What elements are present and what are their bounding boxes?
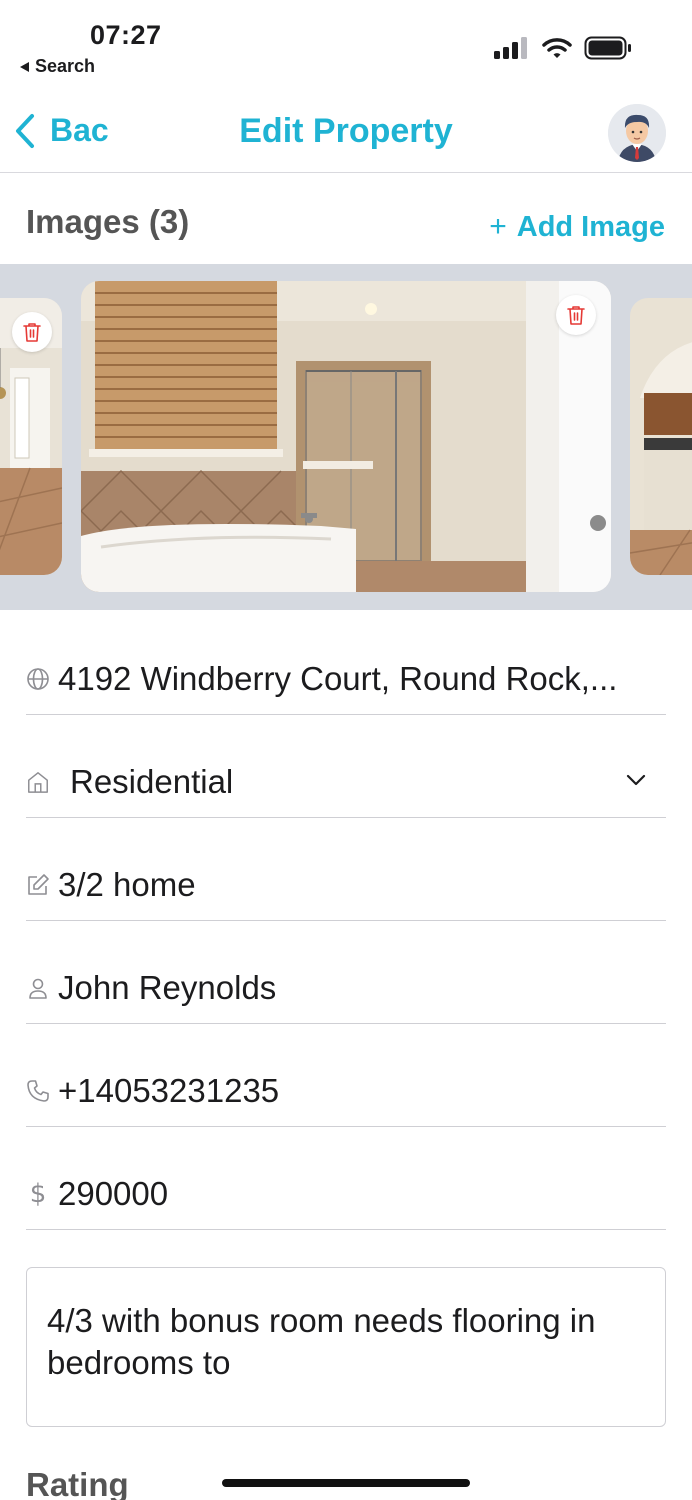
status-icons xyxy=(494,36,632,60)
edit-icon xyxy=(26,873,50,897)
description-field[interactable]: 3/2 home xyxy=(26,849,666,921)
property-type-select[interactable]: Residential xyxy=(26,746,666,818)
back-button[interactable]: Bac xyxy=(14,112,109,149)
trash-icon xyxy=(23,323,41,342)
property-photo[interactable] xyxy=(81,281,611,592)
add-image-label: Add Image xyxy=(516,210,665,243)
photo-kitchen xyxy=(630,298,692,575)
delete-photo-button[interactable] xyxy=(12,312,52,352)
delete-photo-button[interactable] xyxy=(556,295,596,335)
phone-value: +14053231235 xyxy=(58,1071,280,1109)
phone-field[interactable]: +14053231235 xyxy=(26,1055,666,1127)
back-label: Bac xyxy=(50,112,109,148)
address-value: 4192 Windberry Court, Round Rock,... xyxy=(58,659,618,697)
wifi-icon xyxy=(542,38,572,58)
property-photo[interactable] xyxy=(630,298,692,575)
globe-icon xyxy=(26,667,50,691)
photo-bathroom xyxy=(81,281,611,592)
status-time: 07:27 xyxy=(90,20,162,50)
plus-icon: + xyxy=(489,210,507,243)
nav-divider xyxy=(0,172,692,173)
user-avatar-icon xyxy=(608,104,666,162)
chevron-down-icon xyxy=(626,773,646,791)
battery-icon xyxy=(584,36,631,60)
image-carousel[interactable] xyxy=(0,264,692,610)
status-back-label: Search xyxy=(35,56,96,76)
phone-icon xyxy=(26,1079,50,1103)
contact-name-field[interactable]: John Reynolds xyxy=(26,952,666,1024)
trash-icon xyxy=(567,306,585,325)
person-icon xyxy=(26,976,50,1000)
avatar[interactable] xyxy=(608,104,666,162)
home-indicator xyxy=(222,1479,470,1487)
notes-textarea[interactable]: 4/3 with bonus room needs flooring in be… xyxy=(26,1267,666,1427)
home-icon xyxy=(26,770,50,794)
price-value: 290000 xyxy=(58,1174,169,1212)
contact-name-value: John Reynolds xyxy=(58,968,277,1006)
rating-section-title: Rating xyxy=(26,1466,129,1500)
address-field[interactable]: 4192 Windberry Court, Round Rock,... xyxy=(26,643,666,715)
back-triangle-icon xyxy=(20,61,29,72)
dollar-icon: $ xyxy=(29,1178,47,1209)
property-photo[interactable] xyxy=(0,298,62,575)
status-back-link[interactable]: Search xyxy=(20,56,95,77)
add-image-button[interactable]: + Add Image xyxy=(489,210,665,244)
images-section-title: Images (3) xyxy=(26,203,190,240)
property-type-value: Residential xyxy=(70,762,234,800)
description-value: 3/2 home xyxy=(58,865,196,903)
signal-icon xyxy=(494,37,527,59)
price-field[interactable]: $ 290000 xyxy=(26,1158,666,1230)
chevron-left-icon xyxy=(16,113,34,148)
